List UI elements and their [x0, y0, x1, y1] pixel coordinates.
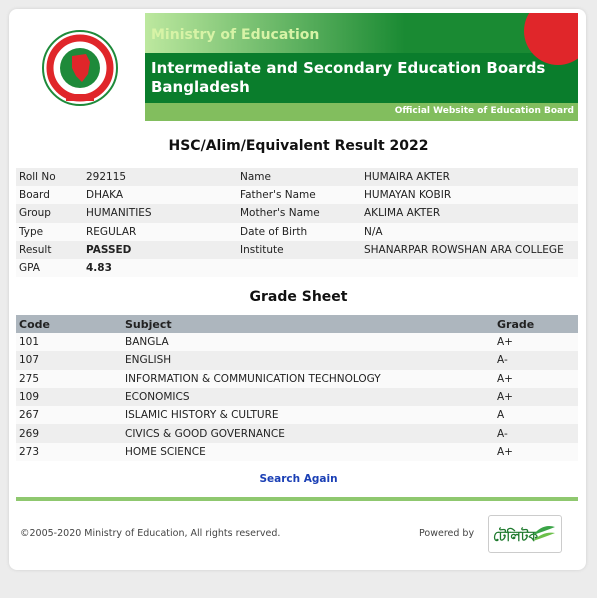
result-title: HSC/Alim/Equivalent Result 2022 [168, 138, 429, 154]
board-name: Intermediate and Secondary Education Boa… [151, 59, 546, 96]
teletalk-logo[interactable]: টেলিটক [488, 515, 562, 553]
site-header: Ministry of Education Intermediate and S… [16, 13, 578, 121]
subject-code: 101 [16, 333, 122, 352]
copyright-text: ©2005-2020 Ministry of Education, All ri… [20, 528, 281, 539]
grade-row: 101 BANGLA A+ [16, 333, 578, 352]
info-row: Result PASSED Institute SHANARPAR ROWSHA… [16, 240, 578, 259]
type-value: REGULAR [83, 222, 237, 241]
name-value: HUMAIRA AKTER [361, 168, 578, 187]
roll-label: Roll No [16, 168, 83, 187]
grade-row: 107 ENGLISH A- [16, 351, 578, 370]
subject-grade: A+ [494, 369, 578, 388]
group-value: HUMANITIES [83, 204, 237, 223]
name-label: Name [237, 168, 361, 187]
info-row: Roll No 292115 Name HUMAIRA AKTER [16, 168, 578, 187]
father-value: HUMAYAN KOBIR [361, 186, 578, 205]
teletalk-leaf-icon [533, 526, 555, 541]
info-row: Type REGULAR Date of Birth N/A [16, 222, 578, 241]
subject-code: 267 [16, 406, 122, 425]
grade-sheet-title: Grade Sheet [249, 289, 348, 305]
code-header: Code [16, 315, 122, 333]
subject-name: BANGLA [122, 333, 494, 352]
subject-grade: A- [494, 424, 578, 443]
grade-sheet-table: Code Subject Grade 101 BANGLA A+ 107 ENG… [16, 315, 578, 462]
subject-code: 107 [16, 351, 122, 370]
info-row: GPA 4.83 [16, 258, 578, 278]
subject-name: CIVICS & GOOD GOVERNANCE [122, 424, 494, 443]
subject-code: 273 [16, 442, 122, 462]
info-row: Group HUMANITIES Mother's Name AKLIMA AK… [16, 204, 578, 223]
official-website-label: Official Website of Education Board [394, 106, 574, 116]
subject-header: Subject [122, 315, 494, 333]
subject-code: 275 [16, 369, 122, 388]
grade-header-row: Code Subject Grade [16, 315, 578, 333]
gpa-label: GPA [16, 258, 83, 278]
subject-name: ISLAMIC HISTORY & CULTURE [122, 406, 494, 425]
dob-value: N/A [361, 222, 578, 241]
board-label: Board [16, 186, 83, 205]
type-label: Type [16, 222, 83, 241]
mother-label: Mother's Name [237, 204, 361, 223]
subject-grade: A+ [494, 442, 578, 462]
subject-name: INFORMATION & COMMUNICATION TECHNOLOGY [122, 369, 494, 388]
header-banner: Ministry of Education Intermediate and S… [145, 13, 578, 121]
government-seal-icon [42, 30, 118, 106]
banner-footer: Official Website of Education Board [145, 103, 578, 121]
grade-row: 109 ECONOMICS A+ [16, 387, 578, 407]
subject-name: HOME SCIENCE [122, 442, 494, 462]
father-label: Father's Name [237, 186, 361, 205]
subject-grade: A- [494, 351, 578, 370]
gpa-value: 4.83 [83, 258, 237, 278]
footer-divider [16, 497, 578, 501]
grade-row: 269 CIVICS & GOOD GOVERNANCE A- [16, 424, 578, 443]
result-label: Result [16, 240, 83, 259]
flag-circle [524, 13, 578, 65]
subject-name: ENGLISH [122, 351, 494, 370]
board-value: DHAKA [83, 186, 237, 205]
dob-label: Date of Birth [237, 222, 361, 241]
info-row: Board DHAKA Father's Name HUMAYAN KOBIR [16, 186, 578, 205]
subject-grade: A [494, 406, 578, 425]
logo-container [16, 13, 144, 121]
grade-row: 267 ISLAMIC HISTORY & CULTURE A [16, 406, 578, 425]
institute-label: Institute [237, 240, 361, 259]
subject-name: ECONOMICS [122, 387, 494, 407]
subject-code: 269 [16, 424, 122, 443]
institute-value: SHANARPAR ROWSHAN ARA COLLEGE [361, 240, 578, 259]
result-value: PASSED [83, 240, 237, 259]
roll-value: 292115 [83, 168, 237, 187]
group-label: Group [16, 204, 83, 223]
grade-header: Grade [494, 315, 578, 333]
empty-cell [237, 258, 361, 278]
ministry-title: Ministry of Education [151, 27, 320, 43]
subject-code: 109 [16, 387, 122, 407]
search-again-link[interactable]: Search Again [0, 473, 597, 485]
grade-row: 275 INFORMATION & COMMUNICATION TECHNOLO… [16, 369, 578, 388]
student-info-table: Roll No 292115 Name HUMAIRA AKTER Board … [16, 168, 578, 278]
empty-cell [361, 258, 578, 278]
mother-value: AKLIMA AKTER [361, 204, 578, 223]
subject-grade: A+ [494, 333, 578, 352]
grade-row: 273 HOME SCIENCE A+ [16, 442, 578, 462]
powered-by-label: Powered by [419, 528, 475, 539]
subject-grade: A+ [494, 387, 578, 407]
